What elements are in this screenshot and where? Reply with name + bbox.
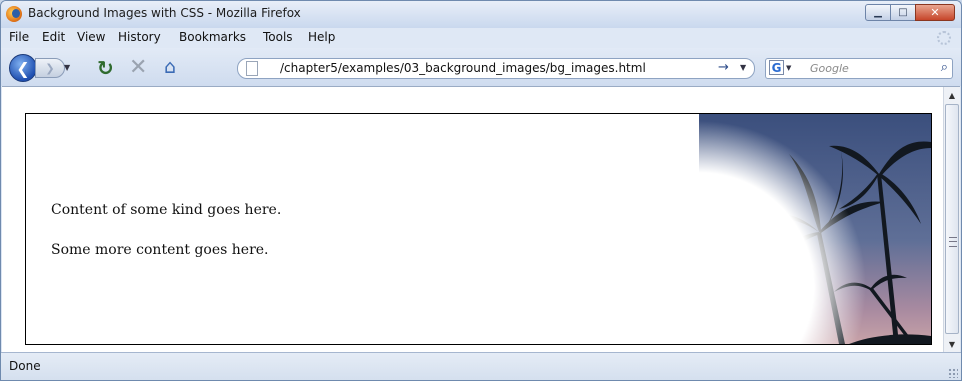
content-box: Content of some kind goes here. Some mor…	[25, 113, 932, 345]
engine-dropdown-icon[interactable]: ▼	[786, 64, 791, 72]
search-icon[interactable]: ⌕	[941, 60, 948, 75]
scroll-up-icon[interactable]: ▲	[944, 87, 960, 103]
maximize-button[interactable]: □	[890, 4, 916, 21]
menu-view[interactable]: View	[77, 30, 105, 44]
menu-bar: File Edit View History Bookmarks Tools H…	[1, 28, 961, 48]
search-bar[interactable]: G ▼ Google ⌕	[765, 58, 953, 79]
url-dropdown-icon[interactable]: ▼	[740, 63, 746, 72]
menu-edit[interactable]: Edit	[42, 30, 65, 44]
menu-help[interactable]: Help	[308, 30, 335, 44]
window-controls: ▁ □ ✕	[865, 4, 955, 22]
page-content-area: Content of some kind goes here. Some mor…	[2, 86, 960, 352]
status-text: Done	[9, 359, 41, 373]
scroll-grip-icon	[949, 237, 957, 247]
page-icon	[246, 61, 258, 76]
resize-grip-icon[interactable]	[948, 368, 958, 378]
window-title: Background Images with CSS - Mozilla Fir…	[28, 6, 301, 20]
navigation-toolbar: ❮ ❯ ▼ ↻ ✕ ⌂ /chapter5/examples/03_backgr…	[1, 48, 961, 86]
back-button[interactable]: ❮	[9, 54, 37, 82]
menu-history[interactable]: History	[118, 30, 161, 44]
minimize-button[interactable]: ▁	[865, 4, 891, 21]
menu-bookmarks[interactable]: Bookmarks	[179, 30, 246, 44]
back-arrow-icon: ❮	[16, 58, 30, 78]
firefox-icon	[6, 6, 22, 22]
forward-arrow-icon: ❯	[45, 61, 55, 75]
activity-throbber-icon	[937, 31, 951, 45]
go-arrow-icon[interactable]: →	[718, 60, 729, 75]
status-bar: Done	[1, 352, 961, 380]
reload-icon[interactable]: ↻	[97, 56, 114, 80]
stop-icon[interactable]: ✕	[129, 55, 147, 80]
menu-tools[interactable]: Tools	[263, 30, 293, 44]
search-input[interactable]: Google	[810, 62, 849, 75]
close-button[interactable]: ✕	[915, 4, 955, 21]
forward-button[interactable]: ❯	[35, 58, 65, 78]
url-text[interactable]: /chapter5/examples/03_background_images/…	[280, 61, 646, 75]
title-bar: Background Images with CSS - Mozilla Fir…	[1, 1, 961, 28]
home-icon[interactable]: ⌂	[164, 56, 176, 78]
vertical-scrollbar[interactable]: ▲ ▼	[943, 87, 960, 352]
history-dropdown-icon[interactable]: ▼	[64, 63, 70, 72]
content-paragraph-1: Content of some kind goes here.	[51, 202, 282, 218]
address-bar[interactable]: /chapter5/examples/03_background_images/…	[237, 58, 755, 79]
menu-file[interactable]: File	[9, 30, 29, 44]
scroll-down-icon[interactable]: ▼	[944, 336, 960, 352]
scrollbar-thumb[interactable]	[945, 104, 959, 334]
palm-tree-background-image	[699, 114, 931, 344]
content-paragraph-2: Some more content goes here.	[51, 242, 269, 258]
browser-window: Background Images with CSS - Mozilla Fir…	[0, 0, 962, 381]
search-engine-icon[interactable]: G	[769, 60, 784, 75]
